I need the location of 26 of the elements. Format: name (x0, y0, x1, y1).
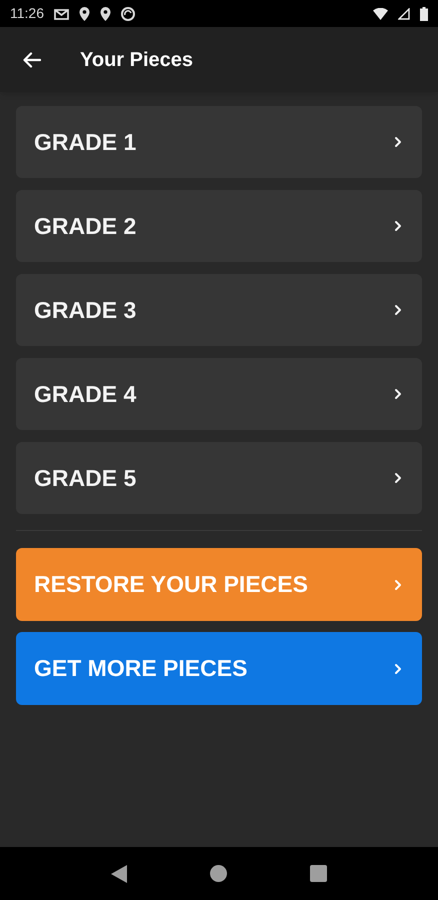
nav-home-icon[interactable] (210, 865, 227, 882)
chevron-right-icon (394, 388, 402, 400)
status-time: 11:26 (10, 4, 44, 23)
chevron-right-icon (394, 304, 402, 316)
nav-recents-icon[interactable] (310, 865, 327, 882)
location-pin-icon (79, 6, 90, 20)
mail-icon (54, 8, 69, 20)
chevron-right-icon (394, 472, 402, 484)
battery-icon (420, 6, 428, 20)
signal-icon (398, 8, 410, 20)
location-pin-icon (100, 6, 111, 20)
screen-title: Your Pieces (80, 48, 194, 72)
action-button[interactable]: GET MORE PIECES (16, 632, 422, 705)
wifi-icon (373, 8, 388, 20)
grade-list-item[interactable]: GRADE 2 (16, 190, 422, 262)
chevron-right-icon (394, 662, 402, 674)
grade-list-item[interactable]: GRADE 4 (16, 358, 422, 430)
sync-circle-icon (121, 6, 135, 20)
chevron-right-icon (394, 578, 402, 590)
chevron-right-icon (394, 220, 402, 232)
nav-back-icon[interactable] (111, 864, 128, 882)
back-arrow-icon (23, 52, 41, 68)
grade-list-item[interactable]: GRADE 5 (16, 442, 422, 514)
grade-list-item[interactable]: GRADE 3 (16, 274, 422, 346)
chevron-right-icon (394, 136, 402, 148)
grade-list-item[interactable]: GRADE 1 (16, 106, 422, 178)
